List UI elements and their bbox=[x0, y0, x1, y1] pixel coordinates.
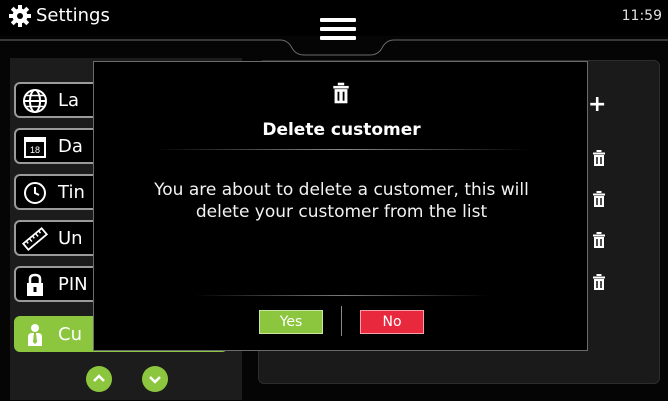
delete-customer-dialog: Delete customer You are about to delete … bbox=[93, 61, 588, 351]
trash-icon[interactable] bbox=[592, 274, 606, 290]
trash-icon bbox=[333, 82, 349, 104]
menu-button[interactable] bbox=[318, 18, 358, 44]
chevron-down-icon bbox=[149, 376, 161, 384]
clock-icon bbox=[24, 182, 46, 204]
yes-button[interactable]: Yes bbox=[259, 310, 323, 334]
calendar-icon: 18 bbox=[24, 137, 46, 158]
dialog-message: You are about to delete a customer, this… bbox=[154, 180, 529, 222]
sidebar-item-label: Tin bbox=[58, 182, 85, 203]
sidebar-item-label: Da bbox=[58, 136, 83, 157]
add-customer-button[interactable]: + bbox=[588, 92, 606, 117]
divider bbox=[154, 149, 529, 150]
sidebar-item-label: Cu bbox=[58, 324, 82, 345]
sidebar-item-label: PIN bbox=[58, 274, 88, 295]
customer-icon bbox=[28, 324, 42, 346]
trash-icon[interactable] bbox=[592, 150, 606, 166]
chevron-up-icon bbox=[93, 374, 105, 382]
sidebar-item-label: La bbox=[58, 90, 80, 111]
dialog-title: Delete customer bbox=[262, 120, 421, 140]
lock-icon bbox=[27, 273, 43, 296]
hamburger-menu-icon bbox=[320, 18, 356, 22]
divider bbox=[194, 295, 489, 296]
sidebar-item-label: Un bbox=[58, 228, 83, 249]
no-button[interactable]: No bbox=[360, 310, 424, 334]
scroll-up-button[interactable] bbox=[86, 366, 112, 392]
scroll-down-button[interactable] bbox=[142, 366, 168, 392]
button-separator bbox=[341, 306, 342, 336]
globe-icon bbox=[23, 89, 47, 113]
trash-icon[interactable] bbox=[592, 232, 606, 248]
ruler-icon bbox=[22, 226, 48, 252]
trash-icon[interactable] bbox=[592, 191, 606, 207]
calendar-day: 18 bbox=[30, 145, 40, 155]
